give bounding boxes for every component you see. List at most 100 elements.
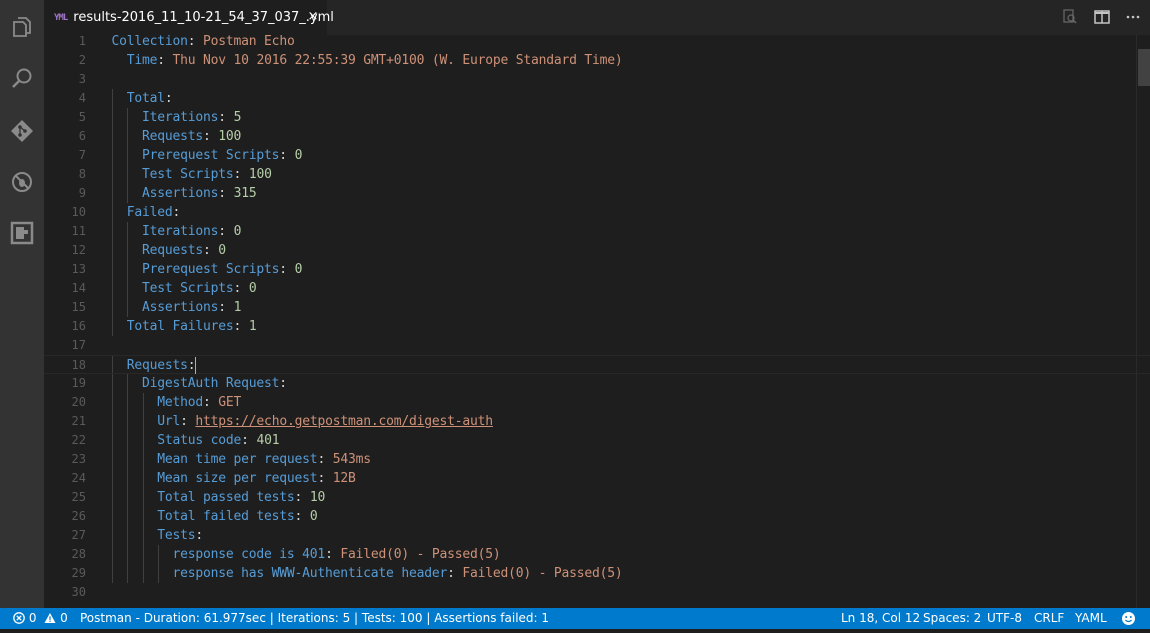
yaml-value: 401: [256, 433, 280, 448]
open-preview-icon[interactable]: [1061, 8, 1079, 26]
code-line[interactable]: 24 Mean size per request: 12B: [44, 469, 1150, 488]
problems-indicator[interactable]: 0 0: [13, 608, 68, 629]
debug-icon[interactable]: [7, 167, 37, 197]
code-line[interactable]: 4 Total:: [44, 89, 1150, 108]
language-mode[interactable]: YAML: [1075, 608, 1107, 629]
yaml-key: Method: [157, 395, 204, 410]
line-number: 17: [71, 338, 86, 352]
line-content: Assertions: 1: [112, 298, 241, 317]
line-number: 29: [71, 566, 86, 580]
code-line[interactable]: 26 Total failed tests: 0: [44, 507, 1150, 526]
line-number: 20: [71, 395, 86, 409]
yaml-key: Prerequest Scripts: [142, 262, 280, 277]
code-line[interactable]: 16 Total Failures: 1: [44, 317, 1150, 336]
code-line[interactable]: 25 Total passed tests: 10: [44, 488, 1150, 507]
line-number: 18: [71, 358, 86, 372]
code-line[interactable]: 23 Mean time per request: 543ms: [44, 450, 1150, 469]
yaml-key: response has WWW-Authenticate header: [172, 566, 448, 581]
yaml-separator: :: [172, 205, 181, 220]
code-line[interactable]: 5 Iterations: 5: [44, 108, 1150, 127]
line-number: 11: [71, 224, 86, 238]
search-icon[interactable]: [7, 63, 37, 93]
code-line[interactable]: 9 Assertions: 315: [44, 184, 1150, 203]
more-actions-icon[interactable]: [1124, 8, 1142, 26]
line-content: Requests: 100: [112, 127, 242, 146]
line-number: 30: [71, 585, 86, 599]
code-line[interactable]: 14 Test Scripts: 0: [44, 279, 1150, 298]
encoding-setting[interactable]: UTF-8: [987, 608, 1022, 629]
git-icon[interactable]: [7, 116, 37, 146]
yaml-key: Mean size per request: [157, 471, 318, 486]
yaml-value: 100: [218, 129, 242, 144]
code-line[interactable]: 20 Method: GET: [44, 393, 1150, 412]
yaml-separator: :: [233, 167, 249, 182]
indentation-setting[interactable]: Spaces: 2: [923, 608, 981, 629]
files-icon[interactable]: [7, 12, 37, 42]
feedback-smiley-icon[interactable]: [1121, 611, 1136, 626]
line-number: 7: [78, 148, 86, 162]
code-line[interactable]: 1 Collection: Postman Echo: [44, 35, 1150, 51]
yaml-key: DigestAuth Request: [142, 376, 280, 391]
code-line[interactable]: 27 Tests:: [44, 526, 1150, 545]
line-number: 19: [71, 376, 86, 390]
line-content: response code is 401: Failed(0) - Passed…: [112, 545, 501, 564]
code-line[interactable]: 21 Url: https://echo.getpostman.com/dige…: [44, 412, 1150, 431]
line-content: Url: https://echo.getpostman.com/digest-…: [112, 412, 493, 431]
eol-setting[interactable]: CRLF: [1034, 608, 1064, 629]
line-number: 23: [71, 452, 86, 466]
yaml-key: Url: [157, 414, 181, 429]
yaml-separator: :: [294, 509, 310, 524]
yaml-link-value[interactable]: https://echo.getpostman.com/digest-auth: [195, 414, 493, 429]
yaml-separator: :: [187, 358, 196, 373]
code-line[interactable]: 28 response code is 401: Failed(0) - Pas…: [44, 545, 1150, 564]
code-line[interactable]: 12 Requests: 0: [44, 241, 1150, 260]
split-editor-icon[interactable]: [1093, 8, 1111, 26]
code-line[interactable]: 3: [44, 70, 1150, 89]
status-message[interactable]: Postman - Duration: 61.977sec | Iteratio…: [80, 608, 549, 629]
code-line[interactable]: 29 response has WWW-Authenticate header:…: [44, 564, 1150, 583]
yaml-separator: :: [203, 129, 219, 144]
yaml-value: 1: [248, 319, 257, 334]
code-line[interactable]: 30: [44, 583, 1150, 602]
line-content: Total failed tests: 0: [112, 507, 317, 526]
cursor-position[interactable]: Ln 18, Col 12: [841, 608, 920, 629]
line-number: 10: [71, 205, 86, 219]
yaml-key: response code is 401: [172, 547, 326, 562]
line-content: Mean size per request: 12B: [112, 469, 356, 488]
code-line[interactable]: 8 Test Scripts: 100: [44, 165, 1150, 184]
tab-results-yml[interactable]: YML results-2016_11_10-21_54_37_037_.yml…: [44, 0, 334, 35]
yaml-value: 0: [294, 262, 303, 277]
extensions-icon[interactable]: [7, 218, 37, 248]
code-line[interactable]: 15 Assertions: 1: [44, 298, 1150, 317]
yaml-value: 0: [233, 224, 242, 239]
code-line[interactable]: 6 Requests: 100: [44, 127, 1150, 146]
yaml-value: Postman Echo: [203, 35, 295, 49]
code-line[interactable]: 17: [44, 336, 1150, 355]
code-line[interactable]: 18 Requests:: [44, 355, 1150, 374]
code-line[interactable]: 10 Failed:: [44, 203, 1150, 222]
yaml-value: 0: [294, 148, 303, 163]
code-line[interactable]: 22 Status code: 401: [44, 431, 1150, 450]
code-line[interactable]: 19 DigestAuth Request:: [44, 374, 1150, 393]
close-icon[interactable]: ×: [306, 10, 320, 24]
line-number: 9: [78, 186, 86, 200]
yaml-key: Total: [126, 91, 165, 106]
code-line[interactable]: 11 Iterations: 0: [44, 222, 1150, 241]
line-content: Collection: Postman Echo: [112, 35, 295, 51]
code-line[interactable]: 13 Prerequest Scripts: 0: [44, 260, 1150, 279]
code-line[interactable]: 7 Prerequest Scripts: 0: [44, 146, 1150, 165]
code-editor[interactable]: 1 Collection: Postman Echo 2 Time: Thu Nov…: [44, 35, 1150, 608]
line-number: 16: [71, 319, 86, 333]
yaml-separator: :: [317, 452, 333, 467]
code-line[interactable]: 2 Time: Thu Nov 10 2016 22:55:39 GMT+010…: [44, 51, 1150, 70]
